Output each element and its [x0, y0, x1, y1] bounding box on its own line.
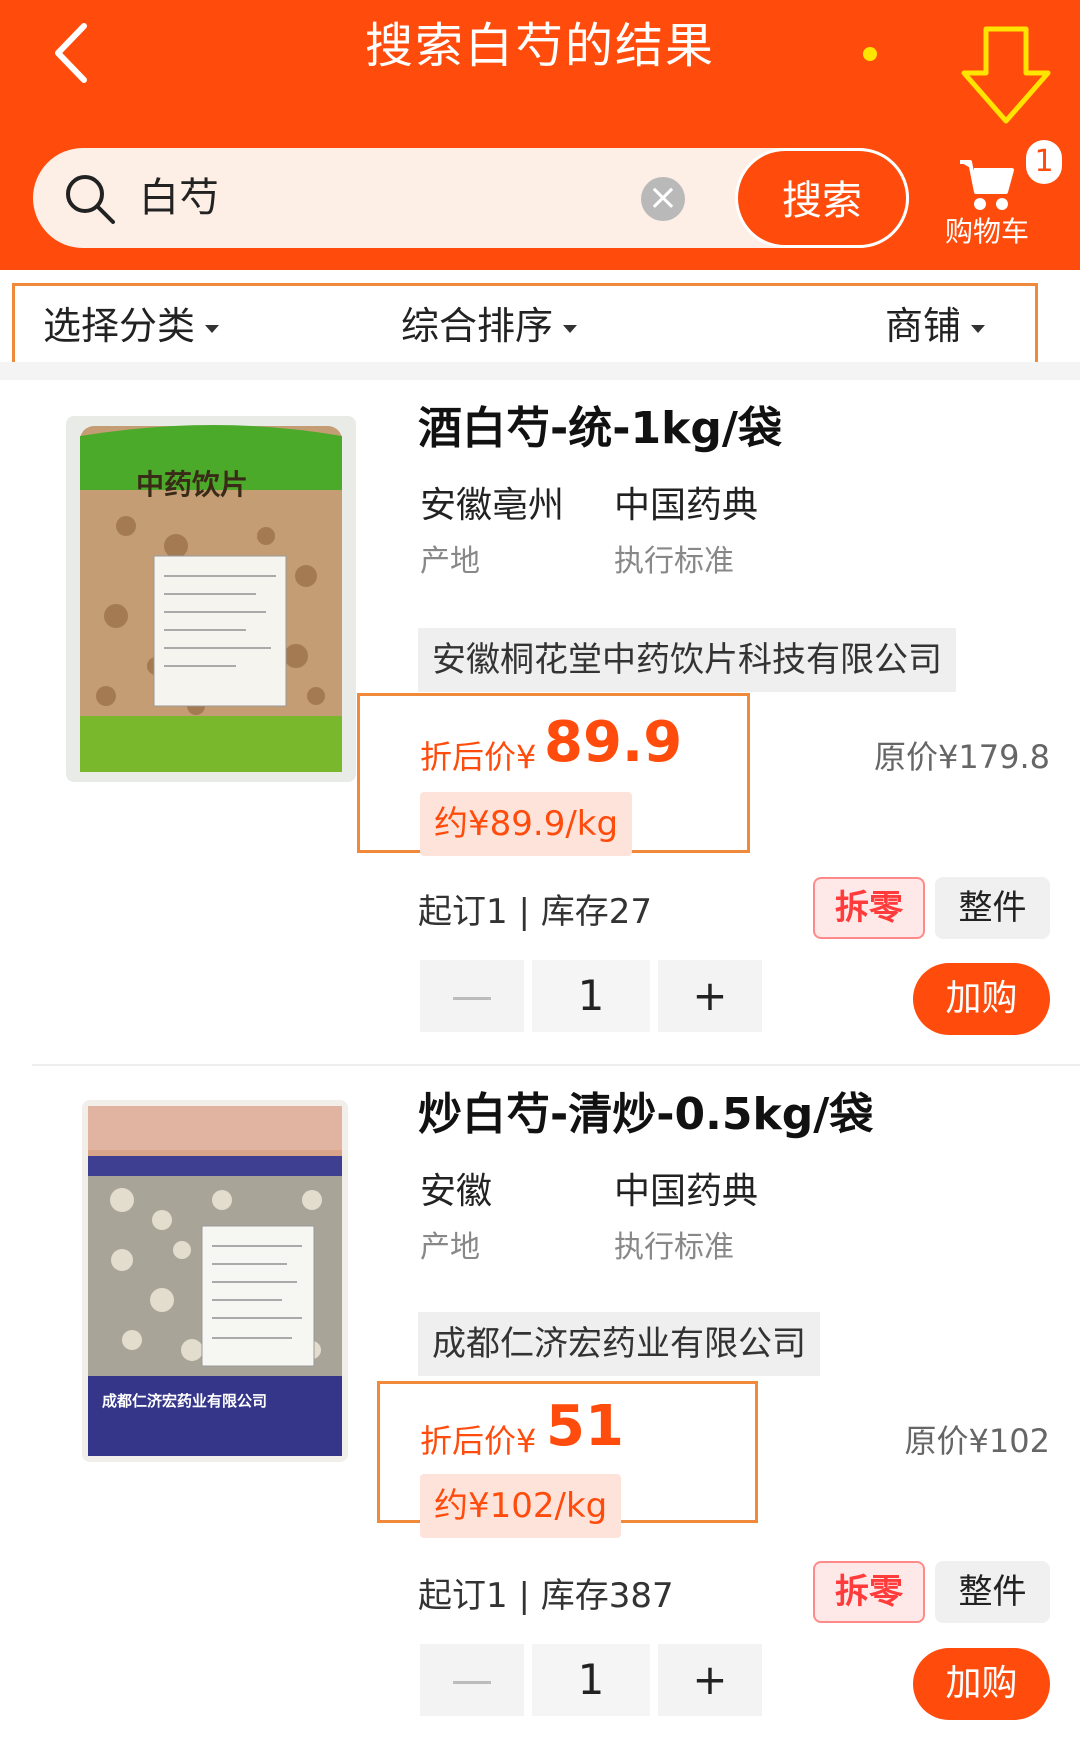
tag-whole[interactable]: 整件: [935, 877, 1050, 939]
price-label: 折后价¥: [420, 1422, 537, 1460]
standard-label: 执行标准: [614, 544, 734, 579]
caret-down-icon: [563, 324, 578, 333]
standard-value: 中国药典: [614, 485, 759, 526]
product-image-label: 成都仁济宏药业有限公司: [102, 1392, 267, 1410]
shop-name[interactable]: 安徽桐花堂中药饮片科技有限公司: [418, 628, 956, 692]
filter-shop-label: 商铺: [885, 304, 962, 348]
stock-info: 起订1 | 库存27: [418, 892, 652, 932]
origin-value: 安徽: [420, 1171, 493, 1212]
add-to-cart-button[interactable]: 加购: [913, 963, 1050, 1035]
marker-dot: [863, 47, 877, 61]
price-label: 折后价¥: [420, 738, 537, 776]
product-card: 中药饮片 酒白芍-统-1kg/袋 安徽亳州 中国药典 产地 执行标准 安徽桐花堂…: [0, 380, 1080, 1060]
standard-value: 中国药典: [614, 1171, 759, 1212]
search-icon: [63, 172, 117, 226]
filter-sort[interactable]: 综合排序: [401, 286, 578, 366]
stock-info: 起订1 | 库存387: [418, 1576, 674, 1616]
product-image-label: 中药饮片: [136, 468, 248, 501]
price-value: 89.9: [544, 710, 683, 775]
origin-label: 产地: [420, 1230, 480, 1265]
down-arrow-icon: [958, 25, 1054, 127]
standard-label: 执行标准: [614, 1230, 734, 1265]
tag-split[interactable]: 拆零: [813, 877, 925, 939]
origin-label: 产地: [420, 544, 480, 579]
add-to-cart-button[interactable]: 加购: [913, 1648, 1050, 1720]
header-bar: 搜索白芍的结果 × 搜索 购物车 1: [0, 0, 1080, 270]
page-title: 搜索白芍的结果: [364, 18, 715, 74]
search-bar: × 搜索: [33, 148, 909, 248]
product-image[interactable]: 成都仁济宏药业有限公司: [82, 1100, 348, 1462]
product-image[interactable]: 中药饮片: [66, 416, 356, 782]
price-value: 51: [546, 1394, 624, 1459]
search-button[interactable]: 搜索: [735, 148, 909, 248]
quantity-minus-button[interactable]: —: [420, 1644, 524, 1716]
original-price: 原价¥102: [904, 1422, 1050, 1460]
original-price: 原价¥179.8: [874, 738, 1050, 776]
filter-shop[interactable]: 商铺: [885, 286, 986, 366]
filter-bar: 选择分类 综合排序 商铺: [12, 283, 1038, 369]
quantity-value[interactable]: 1: [532, 1644, 650, 1716]
cart-count-badge: 1: [1026, 140, 1062, 184]
product-card: 成都仁济宏药业有限公司 炒白芍-清炒-0.5kg/袋 安徽 中国药典 产地 执行…: [0, 1066, 1080, 1741]
quantity-value[interactable]: 1: [532, 960, 650, 1032]
cart-label: 购物车: [944, 215, 1029, 248]
cart-icon: [960, 160, 1014, 210]
section-gap: [0, 362, 1080, 380]
shop-name[interactable]: 成都仁济宏药业有限公司: [418, 1312, 820, 1376]
quantity-plus-button[interactable]: +: [658, 960, 762, 1032]
caret-down-icon: [205, 324, 220, 333]
product-name[interactable]: 酒白芍-统-1kg/袋: [418, 392, 782, 456]
caret-down-icon: [971, 324, 986, 333]
filter-category-label: 选择分类: [43, 304, 196, 348]
clear-icon[interactable]: ×: [641, 177, 685, 221]
search-input[interactable]: [139, 148, 659, 248]
filter-category[interactable]: 选择分类: [43, 286, 220, 366]
unit-price: 约¥89.9/kg: [420, 792, 633, 856]
tag-split[interactable]: 拆零: [813, 1561, 925, 1623]
quantity-minus-button[interactable]: —: [420, 960, 524, 1032]
quantity-plus-button[interactable]: +: [658, 1644, 762, 1716]
origin-value: 安徽亳州: [420, 485, 565, 526]
unit-price: 约¥102/kg: [420, 1474, 622, 1538]
filter-sort-label: 综合排序: [401, 304, 554, 348]
product-name[interactable]: 炒白芍-清炒-0.5kg/袋: [418, 1078, 873, 1142]
tag-whole[interactable]: 整件: [935, 1561, 1050, 1623]
